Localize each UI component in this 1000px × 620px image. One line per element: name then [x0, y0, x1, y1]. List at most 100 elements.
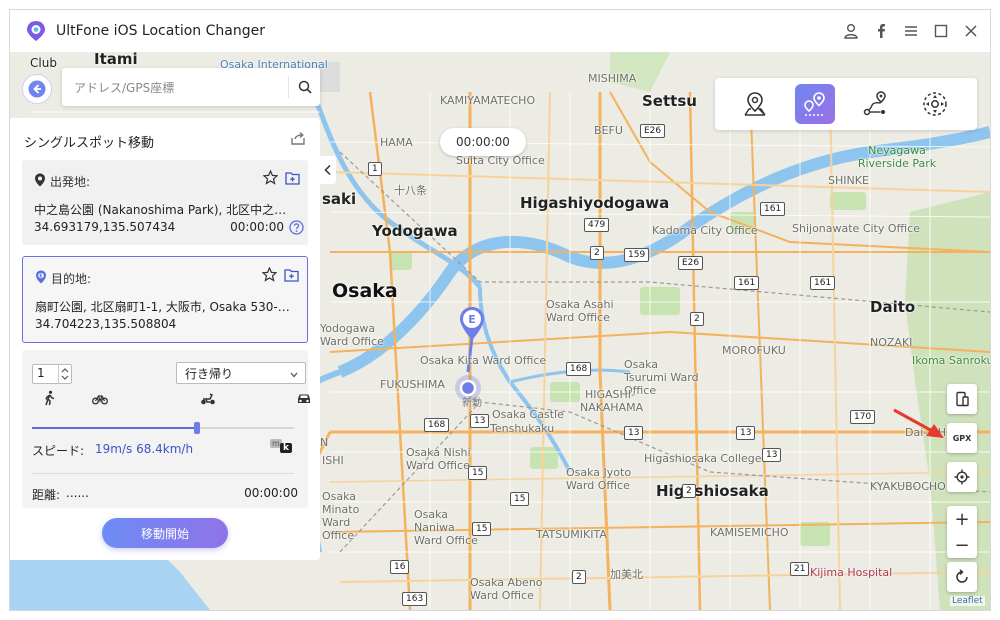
mode-toolbar [715, 78, 977, 130]
locate-me-icon[interactable] [947, 462, 977, 492]
map-label: Shijonawate City Office [792, 222, 920, 235]
map-label: KAMIYAMATECHO [440, 94, 536, 107]
route-shield: 1 [368, 162, 382, 176]
distance-value: ...... [66, 486, 89, 500]
multi-spot-mode-icon[interactable] [855, 84, 895, 124]
route-shield: 163 [402, 592, 428, 606]
map-label: N [320, 436, 329, 449]
map-attribution[interactable]: Leaflet [950, 596, 985, 606]
destination-pin-small-icon: E [35, 269, 47, 288]
route-shield: 479 [584, 218, 610, 232]
two-spot-mode-icon[interactable] [795, 84, 835, 124]
map-label: Itami [94, 52, 138, 68]
search-icon[interactable] [294, 77, 316, 97]
search-input[interactable] [72, 77, 284, 99]
route-shield: E26 [640, 124, 666, 138]
map-label: HAMA [380, 136, 413, 149]
route-shield: 2 [572, 570, 586, 584]
route-shield: 15 [510, 492, 530, 506]
close-icon[interactable] [960, 20, 982, 42]
speed-slider-handle[interactable] [194, 422, 201, 434]
stepper-arrows-icon[interactable] [58, 365, 71, 383]
map-label: Osaka Kita Ward Office [420, 354, 547, 367]
destination-coordinates: 34.704223,135.508804 [35, 317, 177, 331]
route-mode-value: 行き帰り [185, 367, 234, 381]
title-bar: UltFone iOS Location Changer [10, 10, 990, 52]
app-window: UltFone iOS Location Changer Club Itami … [10, 10, 990, 610]
star-icon[interactable] [262, 169, 279, 189]
map-label: Yodogawa [372, 222, 458, 240]
route-shield: 21 [790, 562, 810, 576]
speed-unit-k: k [280, 443, 292, 453]
map-label: Osaka Castle [492, 408, 564, 421]
start-location-card: 出発地: 中之島公園 (Nakanoshima Park), 北区中之島... … [22, 160, 308, 245]
start-label: 出発地: [50, 175, 91, 189]
current-location-pin-icon [454, 374, 482, 402]
walk-icon[interactable] [42, 390, 58, 410]
speed-unit-toggle[interactable]: m k [270, 439, 294, 455]
map-label: HIGASHI-NAKAHAMA [580, 388, 644, 414]
folder-icon[interactable] [284, 267, 299, 286]
timer-display: 00:00:00 [440, 128, 526, 156]
map-label: Higashiyodogawa [520, 194, 670, 212]
start-coordinates: 34.693179,135.507434 [34, 220, 176, 234]
map-label: Higashiosaka [656, 482, 769, 500]
route-shield: 2 [590, 246, 604, 260]
menu-icon[interactable] [900, 20, 922, 42]
repeat-count-stepper[interactable]: 1 [32, 364, 72, 384]
joystick-mode-icon[interactable] [915, 84, 955, 124]
svg-text:E: E [39, 274, 43, 280]
map-label: 加美北 [610, 568, 643, 581]
destination-card: E 目的地: 扇町公園, 北区扇町1-1, 大阪市, Osaka 530-00.… [22, 256, 308, 343]
route-shield: 161 [734, 276, 760, 290]
zoom-out-button[interactable]: − [947, 532, 977, 558]
help-icon[interactable] [289, 220, 304, 239]
star-icon[interactable] [261, 266, 278, 286]
scooter-icon[interactable] [200, 390, 216, 410]
speed-slider-fill [32, 427, 198, 429]
start-move-button[interactable]: 移動開始 [102, 518, 228, 548]
gpx-import-button[interactable]: GPX [947, 423, 977, 453]
teleport-mode-icon[interactable] [735, 84, 775, 124]
search-divider [288, 76, 289, 98]
zoom-in-button[interactable]: + [947, 506, 977, 532]
speed-value: 19m/s 68.4km/h [95, 442, 194, 456]
map-label: Settsu [642, 92, 697, 110]
map-label: Club [30, 56, 57, 70]
route-shield: 2 [682, 484, 696, 498]
map-label: Osaka Nishi Ward Office [406, 446, 471, 472]
map-label: Osaka Asahi Ward Office [546, 298, 614, 324]
start-address: 中之島公園 (Nakanoshima Park), 北区中之島... [34, 203, 296, 217]
start-time: 00:00:00 [230, 220, 284, 234]
map-label: TATSUMIKITA [536, 528, 607, 541]
folder-icon[interactable] [285, 170, 300, 189]
route-shield: E26 [678, 256, 704, 270]
route-mode-select[interactable]: 行き帰り [176, 362, 306, 384]
device-icon[interactable] [947, 384, 977, 414]
map-label: SHINKE [828, 174, 869, 187]
back-button[interactable] [22, 74, 52, 104]
route-shield: 13 [624, 426, 644, 440]
user-icon[interactable] [840, 20, 862, 42]
divider [32, 473, 294, 474]
share-icon[interactable] [290, 130, 306, 150]
reset-icon[interactable] [947, 562, 977, 592]
location-pin-icon [34, 172, 46, 191]
route-shield: 161 [810, 276, 836, 290]
route-shield: 16 [390, 560, 410, 574]
route-shield: 170 [850, 410, 876, 424]
car-icon[interactable] [296, 390, 312, 410]
distance-label: 距離: [32, 488, 61, 502]
speed-slider[interactable] [32, 422, 294, 434]
facebook-icon[interactable] [870, 20, 892, 42]
search-bar [62, 68, 320, 106]
collapse-panel-button[interactable] [320, 156, 336, 184]
bicycle-icon[interactable] [92, 390, 108, 410]
destination-pin-icon[interactable]: E [458, 306, 486, 342]
route-shield: 168 [424, 418, 450, 432]
maximize-icon[interactable] [930, 20, 952, 42]
map-label: Osaka Jyoto Ward Office [566, 466, 632, 492]
map-label: ISHI [322, 454, 344, 467]
route-shield: 161 [760, 202, 786, 216]
zoom-control: + − [947, 506, 977, 558]
